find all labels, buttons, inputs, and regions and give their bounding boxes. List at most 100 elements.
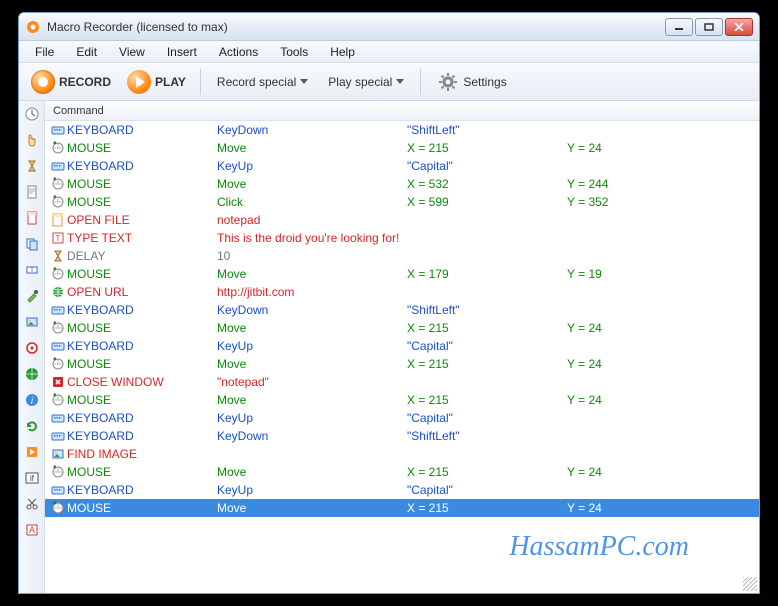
row-icon (49, 213, 67, 227)
table-row[interactable]: MOUSEMoveX = 179Y = 19 (45, 265, 759, 283)
row-param1: notepad (217, 213, 407, 227)
menu-view[interactable]: View (109, 43, 155, 61)
side-target-button[interactable] (23, 339, 41, 357)
minimize-button[interactable] (665, 18, 693, 36)
eyedrop-icon (24, 288, 40, 304)
row-command: KEYBOARD (67, 483, 217, 497)
row-param1: Move (217, 357, 407, 371)
menu-help[interactable]: Help (320, 43, 365, 61)
row-icon (49, 339, 67, 353)
side-refresh-button[interactable] (23, 417, 41, 435)
side-copy-button[interactable] (23, 235, 41, 253)
side-hand-button[interactable] (23, 131, 41, 149)
row-param2: X = 179 (407, 267, 567, 281)
app-window: Macro Recorder (licensed to max) File Ed… (18, 12, 760, 594)
row-param1: 10 (217, 249, 407, 263)
image-icon (24, 314, 40, 330)
info-icon: i (24, 392, 40, 408)
table-row[interactable]: DELAY10 (45, 247, 759, 265)
resize-grip[interactable] (743, 577, 757, 591)
side-info-button[interactable]: i (23, 391, 41, 409)
menu-insert[interactable]: Insert (157, 43, 207, 61)
row-param1: "notepad" (217, 375, 407, 389)
table-row[interactable]: KEYBOARDKeyUp"Capital" (45, 337, 759, 355)
row-icon (49, 159, 67, 173)
row-param1: Move (217, 465, 407, 479)
record-button[interactable]: RECORD (25, 68, 117, 96)
side-play-button[interactable] (23, 443, 41, 461)
menu-edit[interactable]: Edit (66, 43, 107, 61)
row-icon (49, 465, 67, 479)
side-hourglass-button[interactable] (23, 157, 41, 175)
record-label: RECORD (59, 75, 111, 89)
play-icon (127, 70, 151, 94)
table-row[interactable]: MOUSEMoveX = 215Y = 24 (45, 463, 759, 481)
row-param2: "Capital" (407, 483, 567, 497)
menu-tools[interactable]: Tools (270, 43, 318, 61)
table-row[interactable]: OPEN URLhttp://jitbit.com (45, 283, 759, 301)
table-row[interactable]: MOUSEMoveX = 532Y = 244 (45, 175, 759, 193)
row-param2: X = 215 (407, 393, 567, 407)
play-label: PLAY (155, 75, 186, 89)
row-param3: Y = 24 (567, 393, 759, 407)
side-globe-button[interactable] (23, 365, 41, 383)
row-param3: Y = 244 (567, 177, 759, 191)
command-list: Command KEYBOARDKeyDown"ShiftLeft"MOUSEM… (45, 101, 759, 593)
table-row[interactable]: KEYBOARDKeyDown"ShiftLeft" (45, 121, 759, 139)
row-command: FIND IMAGE (67, 447, 217, 461)
svg-text:T: T (29, 267, 34, 274)
menu-file[interactable]: File (25, 43, 64, 61)
table-row[interactable]: OPEN FILEnotepad (45, 211, 759, 229)
titlebar[interactable]: Macro Recorder (licensed to max) (19, 13, 759, 41)
hourglass-icon (24, 158, 40, 174)
table-row[interactable]: CLOSE WINDOW"notepad" (45, 373, 759, 391)
row-icon (49, 393, 67, 407)
row-command: TYPE TEXT (67, 231, 217, 245)
row-icon (49, 141, 67, 155)
side-image-button[interactable] (23, 313, 41, 331)
row-command: OPEN URL (67, 285, 217, 299)
play-button[interactable]: PLAY (121, 68, 192, 96)
table-row[interactable]: TTYPE TEXTThis is the droid you're looki… (45, 229, 759, 247)
row-command: MOUSE (67, 501, 217, 515)
table-row[interactable]: KEYBOARDKeyUp"Capital" (45, 481, 759, 499)
table-row[interactable]: KEYBOARDKeyUp"Capital" (45, 157, 759, 175)
table-row[interactable]: KEYBOARDKeyUp"Capital" (45, 409, 759, 427)
table-row[interactable]: MOUSEMoveX = 215Y = 24 (45, 499, 759, 517)
play-special-dropdown[interactable]: Play special (320, 72, 412, 92)
row-command: MOUSE (67, 267, 217, 281)
table-row[interactable]: FIND IMAGE (45, 445, 759, 463)
separator (420, 69, 421, 95)
side-page2-button[interactable] (23, 209, 41, 227)
row-param1: KeyDown (217, 123, 407, 137)
row-param2: "Capital" (407, 159, 567, 173)
record-icon (31, 70, 55, 94)
side-if-button[interactable]: if (23, 469, 41, 487)
table-row[interactable]: KEYBOARDKeyDown"ShiftLeft" (45, 301, 759, 319)
table-row[interactable]: MOUSEMoveX = 215Y = 24 (45, 355, 759, 373)
command-grid[interactable]: KEYBOARDKeyDown"ShiftLeft"MOUSEMoveX = 2… (45, 121, 759, 593)
side-letter-button[interactable]: A (23, 521, 41, 539)
row-param1: http://jitbit.com (217, 285, 407, 299)
menu-actions[interactable]: Actions (209, 43, 268, 61)
record-special-dropdown[interactable]: Record special (209, 72, 316, 92)
table-row[interactable]: MOUSEMoveX = 215Y = 24 (45, 139, 759, 157)
maximize-button[interactable] (695, 18, 723, 36)
settings-button[interactable]: Settings (429, 68, 514, 96)
side-textbox-button[interactable]: T (23, 261, 41, 279)
table-row[interactable]: MOUSEClickX = 599Y = 352 (45, 193, 759, 211)
close-button[interactable] (725, 18, 753, 36)
side-page-button[interactable] (23, 183, 41, 201)
side-clock-button[interactable] (23, 105, 41, 123)
table-row[interactable]: KEYBOARDKeyDown"ShiftLeft" (45, 427, 759, 445)
row-command: MOUSE (67, 195, 217, 209)
side-cut-button[interactable] (23, 495, 41, 513)
column-header[interactable]: Command (45, 101, 759, 121)
table-row[interactable]: MOUSEMoveX = 215Y = 24 (45, 319, 759, 337)
row-param1: KeyUp (217, 159, 407, 173)
table-row[interactable]: MOUSEMoveX = 215Y = 24 (45, 391, 759, 409)
row-icon (49, 267, 67, 281)
side-eyedrop-button[interactable] (23, 287, 41, 305)
row-command: DELAY (67, 249, 217, 263)
toolbar: RECORD PLAY Record special Play special … (19, 63, 759, 101)
